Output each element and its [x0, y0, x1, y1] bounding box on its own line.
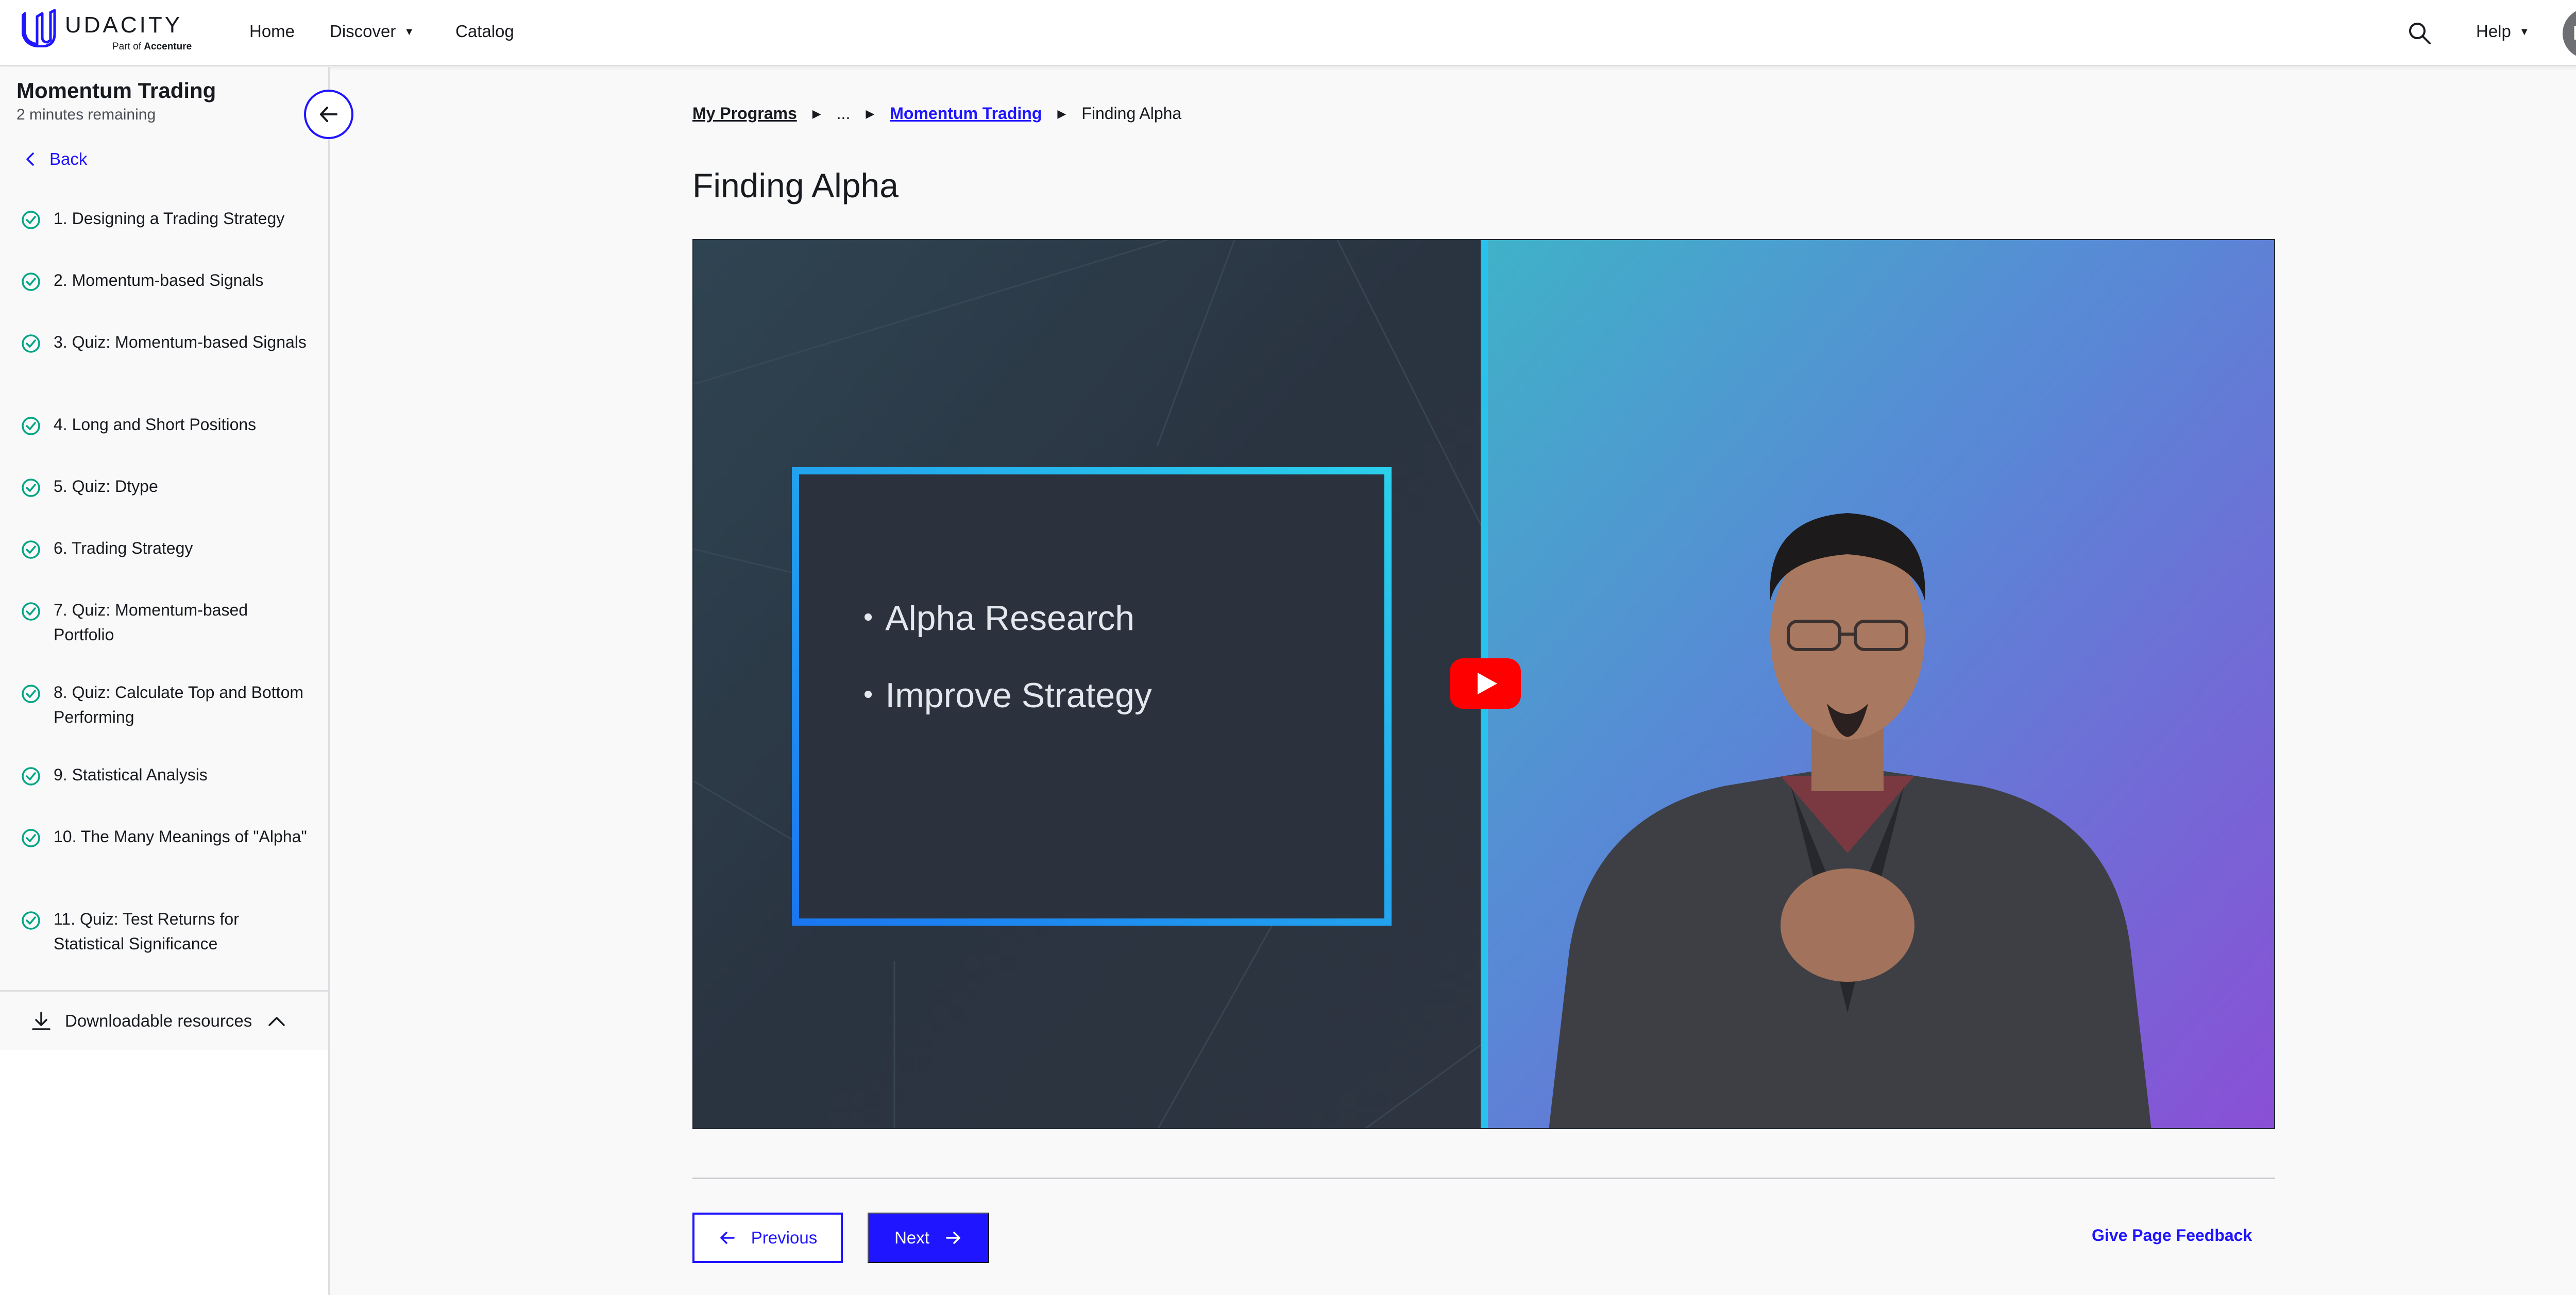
udacity-logo-icon — [22, 9, 56, 47]
search-icon — [2409, 23, 2431, 44]
lesson-label: 6. Trading Strategy — [54, 539, 193, 557]
nav-discover[interactable]: Discover ▼ — [330, 22, 414, 41]
check-circle-icon — [22, 685, 40, 703]
check-circle-icon — [22, 829, 40, 847]
lesson-label: 4. Long and Short Positions — [54, 415, 257, 434]
check-circle-icon — [22, 272, 40, 291]
download-icon — [32, 1011, 50, 1030]
time-remaining: 2 minutes remaining — [16, 106, 156, 123]
slide-bullet: Alpha Research — [863, 598, 1134, 638]
page-title: Finding Alpha — [692, 166, 899, 205]
search-button[interactable] — [2407, 21, 2432, 45]
next-button[interactable]: Next — [868, 1213, 989, 1263]
caret-right-icon: ▶ — [1057, 107, 1066, 120]
chevron-up-icon — [268, 1016, 285, 1026]
help-menu[interactable]: Help ▼ — [2476, 22, 2530, 41]
caret-right-icon: ▶ — [866, 107, 875, 120]
lesson-item[interactable]: 7. Quiz: Momentum-based Portfolio — [0, 598, 328, 647]
breadcrumb-current: Finding Alpha — [1081, 104, 1182, 123]
lesson-label: 11. Quiz: Test Returns for Statistical S… — [54, 910, 239, 953]
lesson-label: 10. The Many Meanings of "Alpha" — [54, 827, 307, 846]
lesson-item[interactable]: 10. The Many Meanings of "Alpha" — [0, 824, 328, 849]
previous-label: Previous — [751, 1228, 818, 1247]
lesson-item[interactable]: 4. Long and Short Positions — [0, 412, 277, 437]
collapse-sidebar-button[interactable] — [304, 90, 353, 139]
brand-subtitle-prefix: Part of — [112, 41, 141, 52]
check-circle-icon — [22, 767, 40, 786]
lesson-item[interactable]: 3. Quiz: Momentum-based Signals — [0, 330, 327, 354]
content-divider — [692, 1178, 2275, 1179]
downloadable-resources-toggle[interactable]: Downloadable resources — [0, 990, 328, 1050]
downloadable-resources-label: Downloadable resources — [65, 1011, 252, 1030]
back-link[interactable]: Back — [23, 149, 87, 169]
lesson-item[interactable]: 2. Momentum-based Signals — [0, 268, 284, 293]
help-label: Help — [2476, 22, 2511, 41]
caret-down-icon: ▼ — [2519, 26, 2530, 38]
breadcrumb-my-programs[interactable]: My Programs — [692, 104, 797, 123]
lesson-label: 7. Quiz: Momentum-based Portfolio — [54, 601, 248, 644]
arrow-left-icon — [320, 107, 337, 122]
check-circle-icon — [22, 540, 40, 559]
check-circle-icon — [22, 911, 40, 930]
breadcrumb: My Programs ▶ ... ▶ Momentum Trading ▶ F… — [692, 104, 1181, 123]
breadcrumb-momentum-trading[interactable]: Momentum Trading — [890, 104, 1042, 123]
udacity-logo[interactable]: UDACITY Part of Accenture — [22, 8, 207, 58]
course-sidebar: Momentum Trading 2 minutes remaining Bac… — [0, 67, 330, 1050]
lesson-item[interactable]: 11. Quiz: Test Returns for Statistical S… — [0, 907, 328, 956]
lesson-item[interactable]: 8. Quiz: Calculate Top and Bottom Perfor… — [0, 680, 328, 729]
check-circle-icon — [22, 211, 40, 229]
brand-wordmark: UDACITY — [65, 12, 183, 38]
check-circle-icon — [22, 417, 40, 435]
previous-button[interactable]: Previous — [692, 1213, 843, 1263]
lesson-item[interactable]: 5. Quiz: Dtype — [0, 474, 179, 499]
video-player[interactable]: Alpha Research Improve Strategy — [692, 239, 2275, 1129]
lesson-label: 3. Quiz: Momentum-based Signals — [54, 333, 307, 351]
breadcrumb-ellipsis[interactable]: ... — [837, 104, 851, 123]
check-circle-icon — [22, 479, 40, 497]
lesson-label: 8. Quiz: Calculate Top and Bottom Perfor… — [54, 683, 304, 726]
lesson-item[interactable]: 6. Trading Strategy — [0, 536, 213, 560]
lesson-label: 5. Quiz: Dtype — [54, 477, 158, 496]
brand-subtitle: Part of Accenture — [112, 41, 192, 53]
slide-bullet: Improve Strategy — [863, 675, 1152, 715]
caret-right-icon: ▶ — [812, 107, 821, 120]
brand-subtitle-company: Accenture — [144, 41, 192, 52]
check-circle-icon — [22, 334, 40, 353]
give-page-feedback-link[interactable]: Give Page Feedback — [2092, 1226, 2252, 1245]
sidebar-footer-space — [0, 1050, 330, 1295]
user-avatar[interactable]: HC — [2563, 8, 2576, 59]
lesson-item[interactable]: 1. Designing a Trading Strategy — [0, 206, 305, 231]
nav-discover-label: Discover — [330, 22, 396, 41]
check-circle-icon — [22, 602, 40, 621]
top-navigation-bar: UDACITY Part of Accenture Home Discover ▼… — [0, 0, 2576, 66]
nav-catalog[interactable]: Catalog — [455, 22, 514, 41]
caret-down-icon: ▼ — [404, 26, 415, 38]
lesson-label: 9. Statistical Analysis — [54, 765, 208, 784]
youtube-play-icon[interactable] — [1450, 658, 1521, 709]
arrow-right-icon — [946, 1232, 960, 1244]
back-label: Back — [49, 149, 88, 168]
chevron-left-icon — [26, 152, 34, 166]
nav-home[interactable]: Home — [249, 22, 295, 41]
course-title: Momentum Trading — [16, 78, 216, 103]
lesson-label: 2. Momentum-based Signals — [54, 271, 264, 289]
lesson-label: 1. Designing a Trading Strategy — [54, 209, 285, 228]
arrow-left-icon — [720, 1232, 735, 1244]
next-label: Next — [894, 1228, 929, 1247]
lesson-item[interactable]: 9. Statistical Analysis — [0, 762, 228, 787]
